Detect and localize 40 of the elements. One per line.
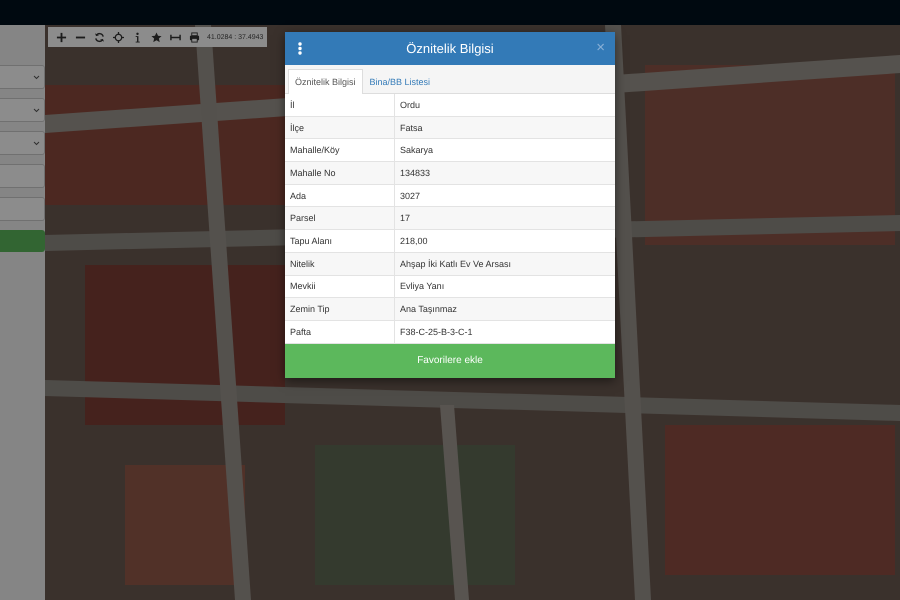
caret-icon — [33, 108, 40, 112]
table-cell: Ada — [285, 184, 395, 206]
add-to-favorites-button[interactable]: Favorilere ekle — [285, 344, 615, 378]
table-cell-text: Ahşap İki Katlı Ev Ve Arsası — [399, 258, 512, 271]
input-field[interactable] — [0, 164, 45, 188]
caret-icon — [33, 140, 40, 146]
dropdown-field[interactable] — [0, 131, 45, 155]
table-cell-text: Sakarya — [399, 144, 434, 158]
zoom-in-icon[interactable] — [56, 32, 67, 42]
table-cell-text: Evliya Yanı — [399, 280, 444, 294]
table-cell-text: Ordu — [399, 98, 420, 112]
dropdown-field[interactable] — [0, 98, 45, 122]
refresh-icon[interactable] — [94, 32, 105, 42]
print-icon[interactable] — [189, 32, 200, 42]
table-cell-text: 3027 — [399, 190, 420, 203]
star-icon[interactable] — [151, 32, 162, 42]
table-cell: Nitelik — [285, 252, 395, 274]
crosshair-icon[interactable] — [113, 32, 124, 42]
table-cell: İlçe — [285, 116, 395, 138]
table-cell: Tapu Alanı — [285, 230, 395, 252]
table-cell: Zemin Tip — [285, 298, 395, 320]
table-cell: Pafta — [285, 320, 395, 343]
tab[interactable]: Bina/BB Listesi — [362, 69, 438, 94]
table-cell-text: F38-C-25-B-3-C-1 — [399, 326, 473, 339]
caret-icon — [33, 74, 40, 80]
kebab-menu-icon[interactable] — [298, 42, 302, 55]
table-cell: İl — [285, 94, 395, 116]
input-field[interactable] — [0, 197, 45, 221]
table-cell: Parsel — [285, 207, 395, 230]
table-cell: Mahalle/Köy — [285, 139, 395, 162]
table-cell: Mevkii — [285, 276, 395, 298]
table-cell-text: 17 — [399, 212, 410, 226]
dropdown-field[interactable] — [0, 65, 45, 89]
table-cell-text: Fatsa — [399, 122, 423, 135]
table-cell: Mahalle No — [285, 162, 395, 184]
table-cell-text: 218,00 — [399, 234, 428, 248]
tab[interactable]: Öznitelik Bilgisi — [288, 69, 363, 94]
dialog-title: Öznitelik Bilgisi — [406, 41, 494, 56]
table-cell-text: Ana Taşınmaz — [399, 303, 457, 316]
table-cell-text: 134833 — [399, 166, 430, 180]
